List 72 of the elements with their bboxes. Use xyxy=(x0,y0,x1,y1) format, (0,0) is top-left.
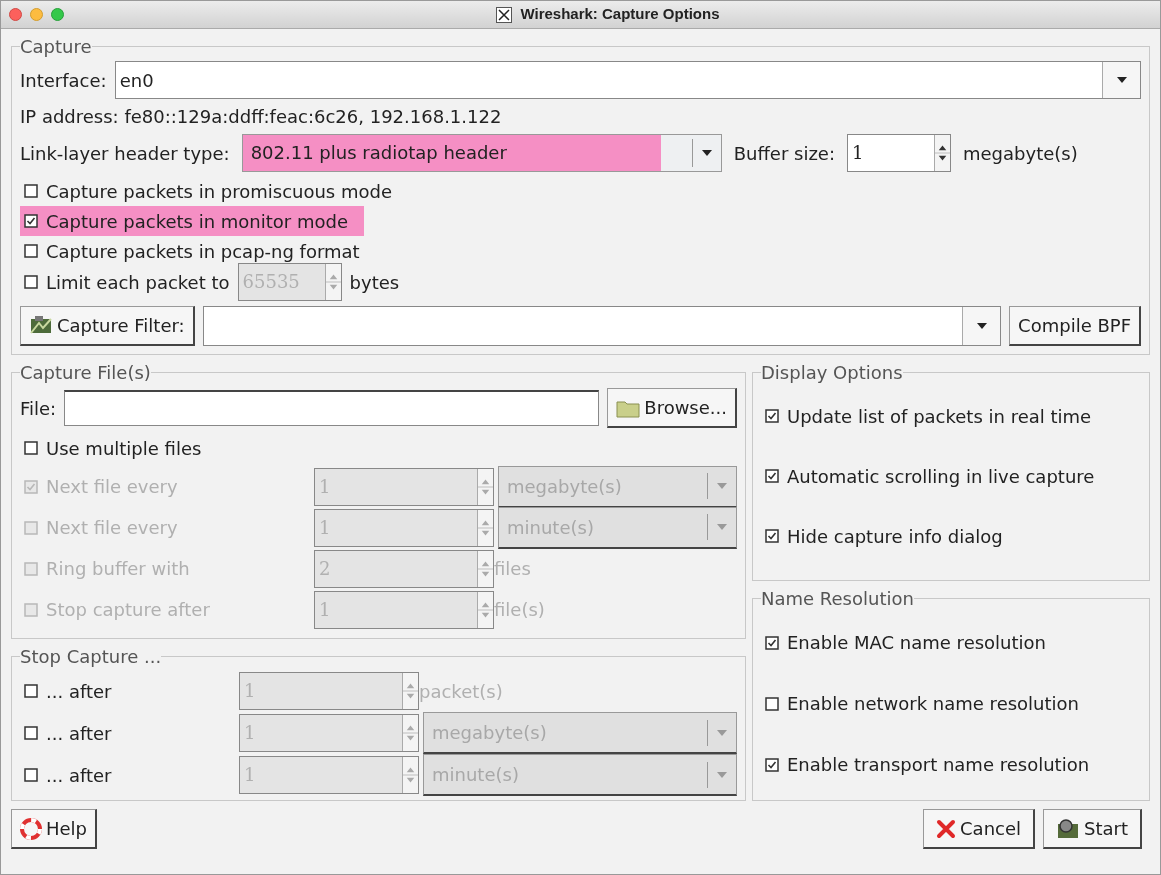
dropdown-arrow-icon xyxy=(716,728,728,737)
option-label: Capture packets in monitor mode xyxy=(46,209,348,234)
unit-label: bytes xyxy=(349,270,400,295)
unit-label: file(s) xyxy=(494,598,545,622)
option-label: Stop capture after xyxy=(46,598,210,622)
option-label: Ring buffer with xyxy=(46,557,190,581)
checkbox[interactable] xyxy=(24,184,38,198)
option-label: ... after xyxy=(46,763,112,788)
buffer-size-label: Buffer size: xyxy=(733,141,835,166)
unit-label: megabyte(s) xyxy=(963,141,1078,166)
checkbox[interactable] xyxy=(24,726,38,740)
option-label: Automatic scrolling in live capture xyxy=(787,464,1095,489)
x-icon xyxy=(936,818,957,839)
checkbox[interactable] xyxy=(24,684,38,698)
checkbox[interactable] xyxy=(765,696,779,711)
option-label: Update list of packets in real time xyxy=(787,404,1092,429)
browse-button[interactable]: Browse... xyxy=(607,388,737,428)
window-title: Wireshark: Capture Options xyxy=(520,4,720,25)
help-button[interactable]: Help xyxy=(11,809,98,849)
option-label: Next file every xyxy=(46,516,178,540)
lifebuoy-icon xyxy=(20,817,42,840)
x-window-icon xyxy=(496,6,513,23)
group-title: Capture xyxy=(20,35,92,59)
spin-arrows-icon[interactable] xyxy=(934,135,950,171)
start-button[interactable]: Start xyxy=(1043,809,1142,849)
capture-card-icon xyxy=(1056,817,1080,840)
checkbox[interactable] xyxy=(765,757,779,772)
group-title: Display Options xyxy=(761,361,903,385)
interface-dropdown[interactable]: en0 xyxy=(114,61,1141,99)
dropdown-arrow-icon xyxy=(700,149,713,157)
file-label: File: xyxy=(20,396,57,421)
link-layer-label: Link-layer header type: xyxy=(20,141,230,166)
checkbox[interactable] xyxy=(24,214,38,228)
group-title: Capture File(s) xyxy=(20,361,151,385)
option-label: Hide capture info dialog xyxy=(787,524,1003,549)
link-layer-dropdown[interactable]: 802.11 plus radiotap header xyxy=(241,134,722,172)
capture-filter-field[interactable] xyxy=(202,306,1002,346)
group-title: Stop Capture ... xyxy=(20,645,162,669)
checkbox[interactable] xyxy=(24,441,38,455)
unit-label: files xyxy=(494,557,531,581)
dropdown-arrow-icon xyxy=(716,482,728,490)
checkbox[interactable] xyxy=(765,469,779,483)
option-label: Enable network name resolution xyxy=(787,692,1079,716)
checkbox[interactable] xyxy=(765,529,779,543)
dropdown-arrow-icon xyxy=(975,322,988,330)
close-icon[interactable] xyxy=(9,8,22,21)
spinner-field[interactable]: 1 xyxy=(847,134,951,172)
capture-filter-button[interactable]: Capture Filter: xyxy=(20,306,195,346)
option-label: ... after xyxy=(46,721,112,746)
zoom-icon[interactable] xyxy=(51,8,64,21)
checkbox[interactable] xyxy=(765,635,779,650)
option-label: Capture packets in pcap-ng format xyxy=(46,239,360,264)
option-label: Enable transport name resolution xyxy=(787,753,1090,777)
compile-bpf-button[interactable]: Compile BPF xyxy=(1009,306,1141,346)
dropdown-arrow-icon xyxy=(1115,76,1128,84)
ip-address-text: IP address: fe80::129a:ddff:feac:6c26, 192.168.1.122 xyxy=(20,105,503,129)
checkbox[interactable] xyxy=(765,409,779,423)
unit-label: packet(s) xyxy=(419,679,503,704)
interface-label: Interface: xyxy=(20,68,107,93)
checkbox[interactable] xyxy=(24,768,38,782)
option-label: Use multiple files xyxy=(46,436,202,461)
option-label: Capture packets in promiscuous mode xyxy=(46,179,393,204)
option-label: Next file every xyxy=(46,475,178,499)
option-label: Enable MAC name resolution xyxy=(787,631,1046,655)
dropdown-arrow-icon xyxy=(716,523,728,531)
checkbox[interactable] xyxy=(24,244,38,258)
dropdown-arrow-icon xyxy=(716,770,728,779)
option-label: Limit each packet to xyxy=(46,270,230,295)
cancel-button[interactable]: Cancel xyxy=(923,809,1035,849)
file-field[interactable] xyxy=(64,390,600,426)
group-title: Name Resolution xyxy=(761,587,914,611)
option-label: ... after xyxy=(46,679,112,704)
